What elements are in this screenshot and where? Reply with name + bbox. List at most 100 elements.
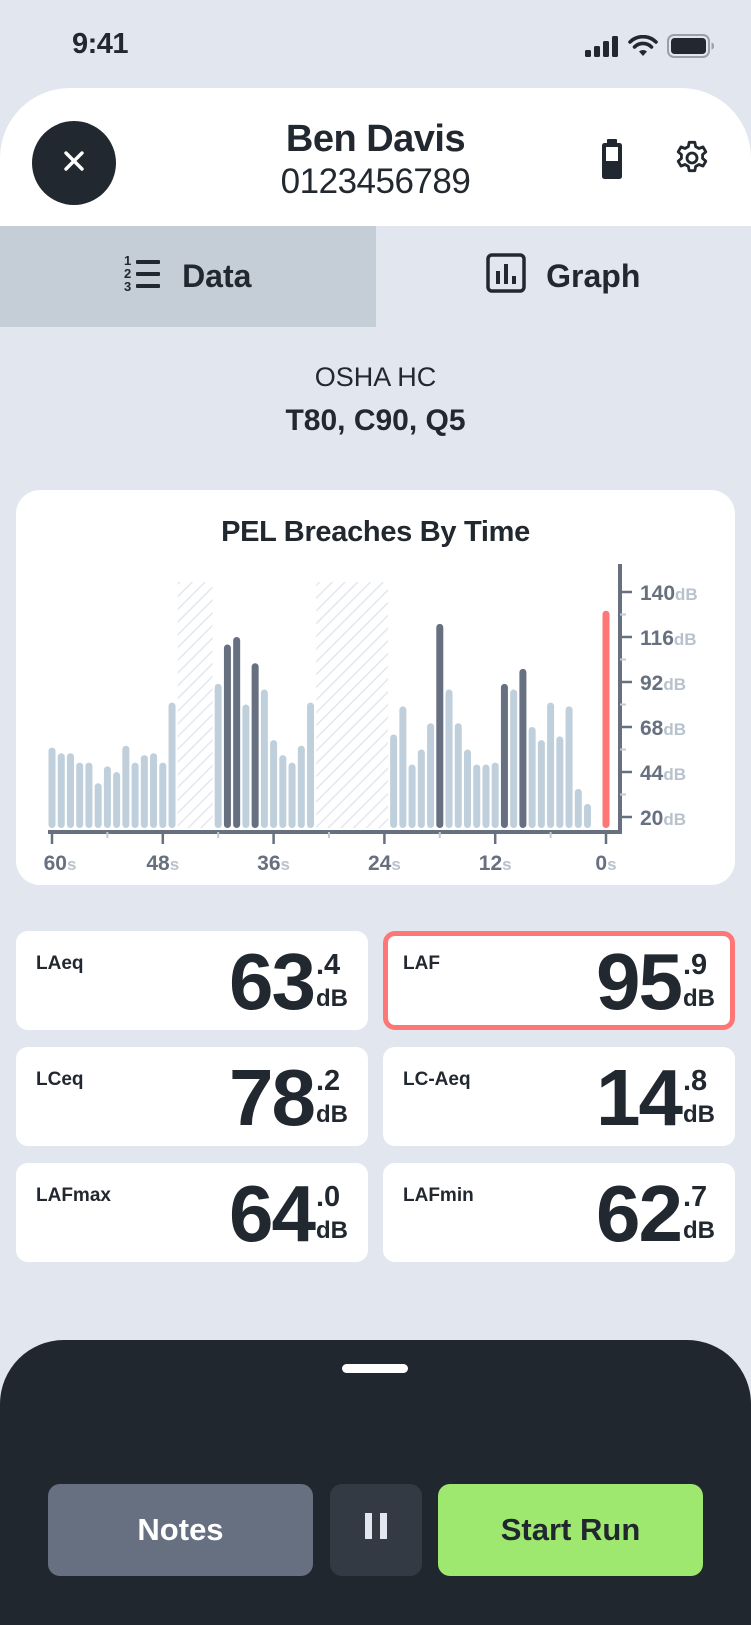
- battery-icon: [667, 34, 715, 58]
- wifi-icon: [628, 35, 658, 57]
- device-battery-icon[interactable]: [600, 138, 624, 185]
- metric-value-decimal: .9: [683, 949, 708, 981]
- metric-value-decimal: .0: [316, 1181, 341, 1213]
- metric-unit: dB: [316, 1101, 348, 1128]
- level-bar: [288, 762, 296, 828]
- status-time: 9:41: [72, 28, 129, 60]
- level-bar: [399, 706, 407, 828]
- level-bar: [528, 727, 536, 828]
- y-tick-label: 140dB: [640, 582, 698, 605]
- metric-card-laeq[interactable]: LAeq 63.4 dB: [16, 931, 368, 1030]
- level-bar: [445, 689, 453, 828]
- metric-label: LAF: [403, 953, 440, 974]
- metric-value: 14.8 dB: [596, 1053, 715, 1143]
- x-tick-value: 12: [479, 852, 502, 875]
- sheet-grabber-handle[interactable]: [342, 1364, 408, 1373]
- level-bar: [48, 747, 56, 828]
- metric-unit: dB: [683, 985, 715, 1012]
- view-tabs: 1 2 3 Data Graph: [0, 226, 751, 327]
- level-bar: [408, 764, 416, 828]
- tab-graph[interactable]: Graph: [375, 226, 751, 327]
- level-bar: [260, 689, 268, 828]
- metric-label: LCeq: [36, 1069, 84, 1090]
- metric-card-lafmax[interactable]: LAFmax 64.0 dB: [16, 1163, 368, 1262]
- protocol-params: T80, C90, Q5: [285, 404, 466, 437]
- y-tick-unit: dB: [675, 585, 698, 604]
- notes-button[interactable]: Notes: [48, 1484, 313, 1576]
- metric-card-lc-aeq[interactable]: LC-Aeq 14.8 dB: [383, 1047, 735, 1146]
- y-tick-value: 68: [640, 717, 664, 740]
- level-bar: [66, 753, 74, 828]
- protocol-name: OSHA HC: [314, 362, 437, 392]
- metric-label: LC-Aeq: [403, 1069, 471, 1090]
- level-bar: [76, 762, 84, 828]
- metric-value-suffix: .2 dB: [316, 1053, 348, 1129]
- metric-label: LAFmax: [36, 1185, 111, 1206]
- metric-value-integer: 64: [229, 1169, 316, 1258]
- x-tick-value: 60: [44, 852, 67, 875]
- metric-value-suffix: .4 dB: [316, 937, 348, 1013]
- start-run-button[interactable]: Start Run: [438, 1484, 703, 1576]
- status-bar: 9:41: [0, 0, 751, 90]
- level-bar: [491, 762, 499, 828]
- level-bar: [122, 745, 130, 828]
- user-id-number: 0123456789: [280, 162, 471, 201]
- metric-value-decimal: .7: [683, 1181, 708, 1213]
- metric-label: LAFmin: [403, 1185, 474, 1206]
- pause-button[interactable]: [330, 1484, 422, 1576]
- y-tick-label: 92dB: [640, 672, 686, 695]
- level-bar: [556, 736, 564, 828]
- x-tick-unit: s: [281, 855, 290, 874]
- x-tick-value: 48: [146, 852, 170, 875]
- svg-text:3: 3: [124, 279, 131, 293]
- metric-card-lafmin[interactable]: LAFmin 62.7 dB: [383, 1163, 735, 1262]
- level-bar: [510, 689, 518, 828]
- level-bar: [150, 753, 158, 828]
- level-bar: [113, 772, 121, 828]
- x-tick-label: 24s: [368, 852, 401, 875]
- metric-card-lceq[interactable]: LCeq 78.2 dB: [16, 1047, 368, 1146]
- metric-unit: dB: [683, 1101, 715, 1128]
- gear-icon[interactable]: [672, 138, 712, 183]
- x-tick-label: 60s: [44, 852, 77, 875]
- x-tick-label: 48s: [146, 852, 179, 875]
- level-bar: [427, 723, 435, 828]
- numbered-list-icon: 1 2 3: [124, 253, 162, 301]
- tab-data[interactable]: 1 2 3 Data: [0, 226, 376, 327]
- level-bar: [417, 749, 425, 828]
- y-tick-unit: dB: [663, 810, 686, 829]
- breach-bar: [500, 683, 508, 828]
- level-bar: [103, 766, 111, 828]
- y-tick-label: 44dB: [640, 762, 686, 785]
- metric-value-integer: 78: [229, 1053, 316, 1142]
- metric-value-suffix: .7 dB: [683, 1169, 715, 1245]
- x-tick-label: 0s: [595, 852, 616, 875]
- level-bar: [565, 706, 573, 828]
- x-tick-label: 36s: [257, 852, 290, 875]
- metric-card-laf[interactable]: LAF 95.9 dB: [383, 931, 735, 1030]
- bar-chart-icon: [486, 252, 526, 301]
- metric-unit: dB: [316, 985, 348, 1012]
- metric-value: 78.2 dB: [229, 1053, 348, 1143]
- level-bar: [279, 755, 287, 828]
- tab-data-label: Data: [182, 258, 252, 294]
- level-bar: [214, 683, 222, 828]
- pause-icon: [363, 1512, 389, 1548]
- metric-value: 62.7 dB: [596, 1169, 715, 1259]
- level-bar: [307, 702, 315, 828]
- metric-value: 64.0 dB: [229, 1169, 348, 1259]
- current-level-bar: [602, 610, 610, 828]
- cellular-signal-icon: [585, 35, 619, 57]
- x-tick-unit: s: [502, 855, 511, 874]
- y-tick-unit: dB: [663, 765, 686, 784]
- x-tick-value: 36: [257, 852, 280, 875]
- metric-value-suffix: .9 dB: [683, 937, 715, 1013]
- level-bar: [85, 762, 93, 828]
- level-bar: [547, 702, 555, 828]
- y-tick-label: 20dB: [640, 807, 686, 830]
- level-bar: [584, 803, 592, 828]
- level-bar: [168, 702, 176, 828]
- metric-unit: dB: [683, 1217, 715, 1244]
- level-bar: [454, 723, 462, 828]
- metric-label: LAeq: [36, 953, 84, 974]
